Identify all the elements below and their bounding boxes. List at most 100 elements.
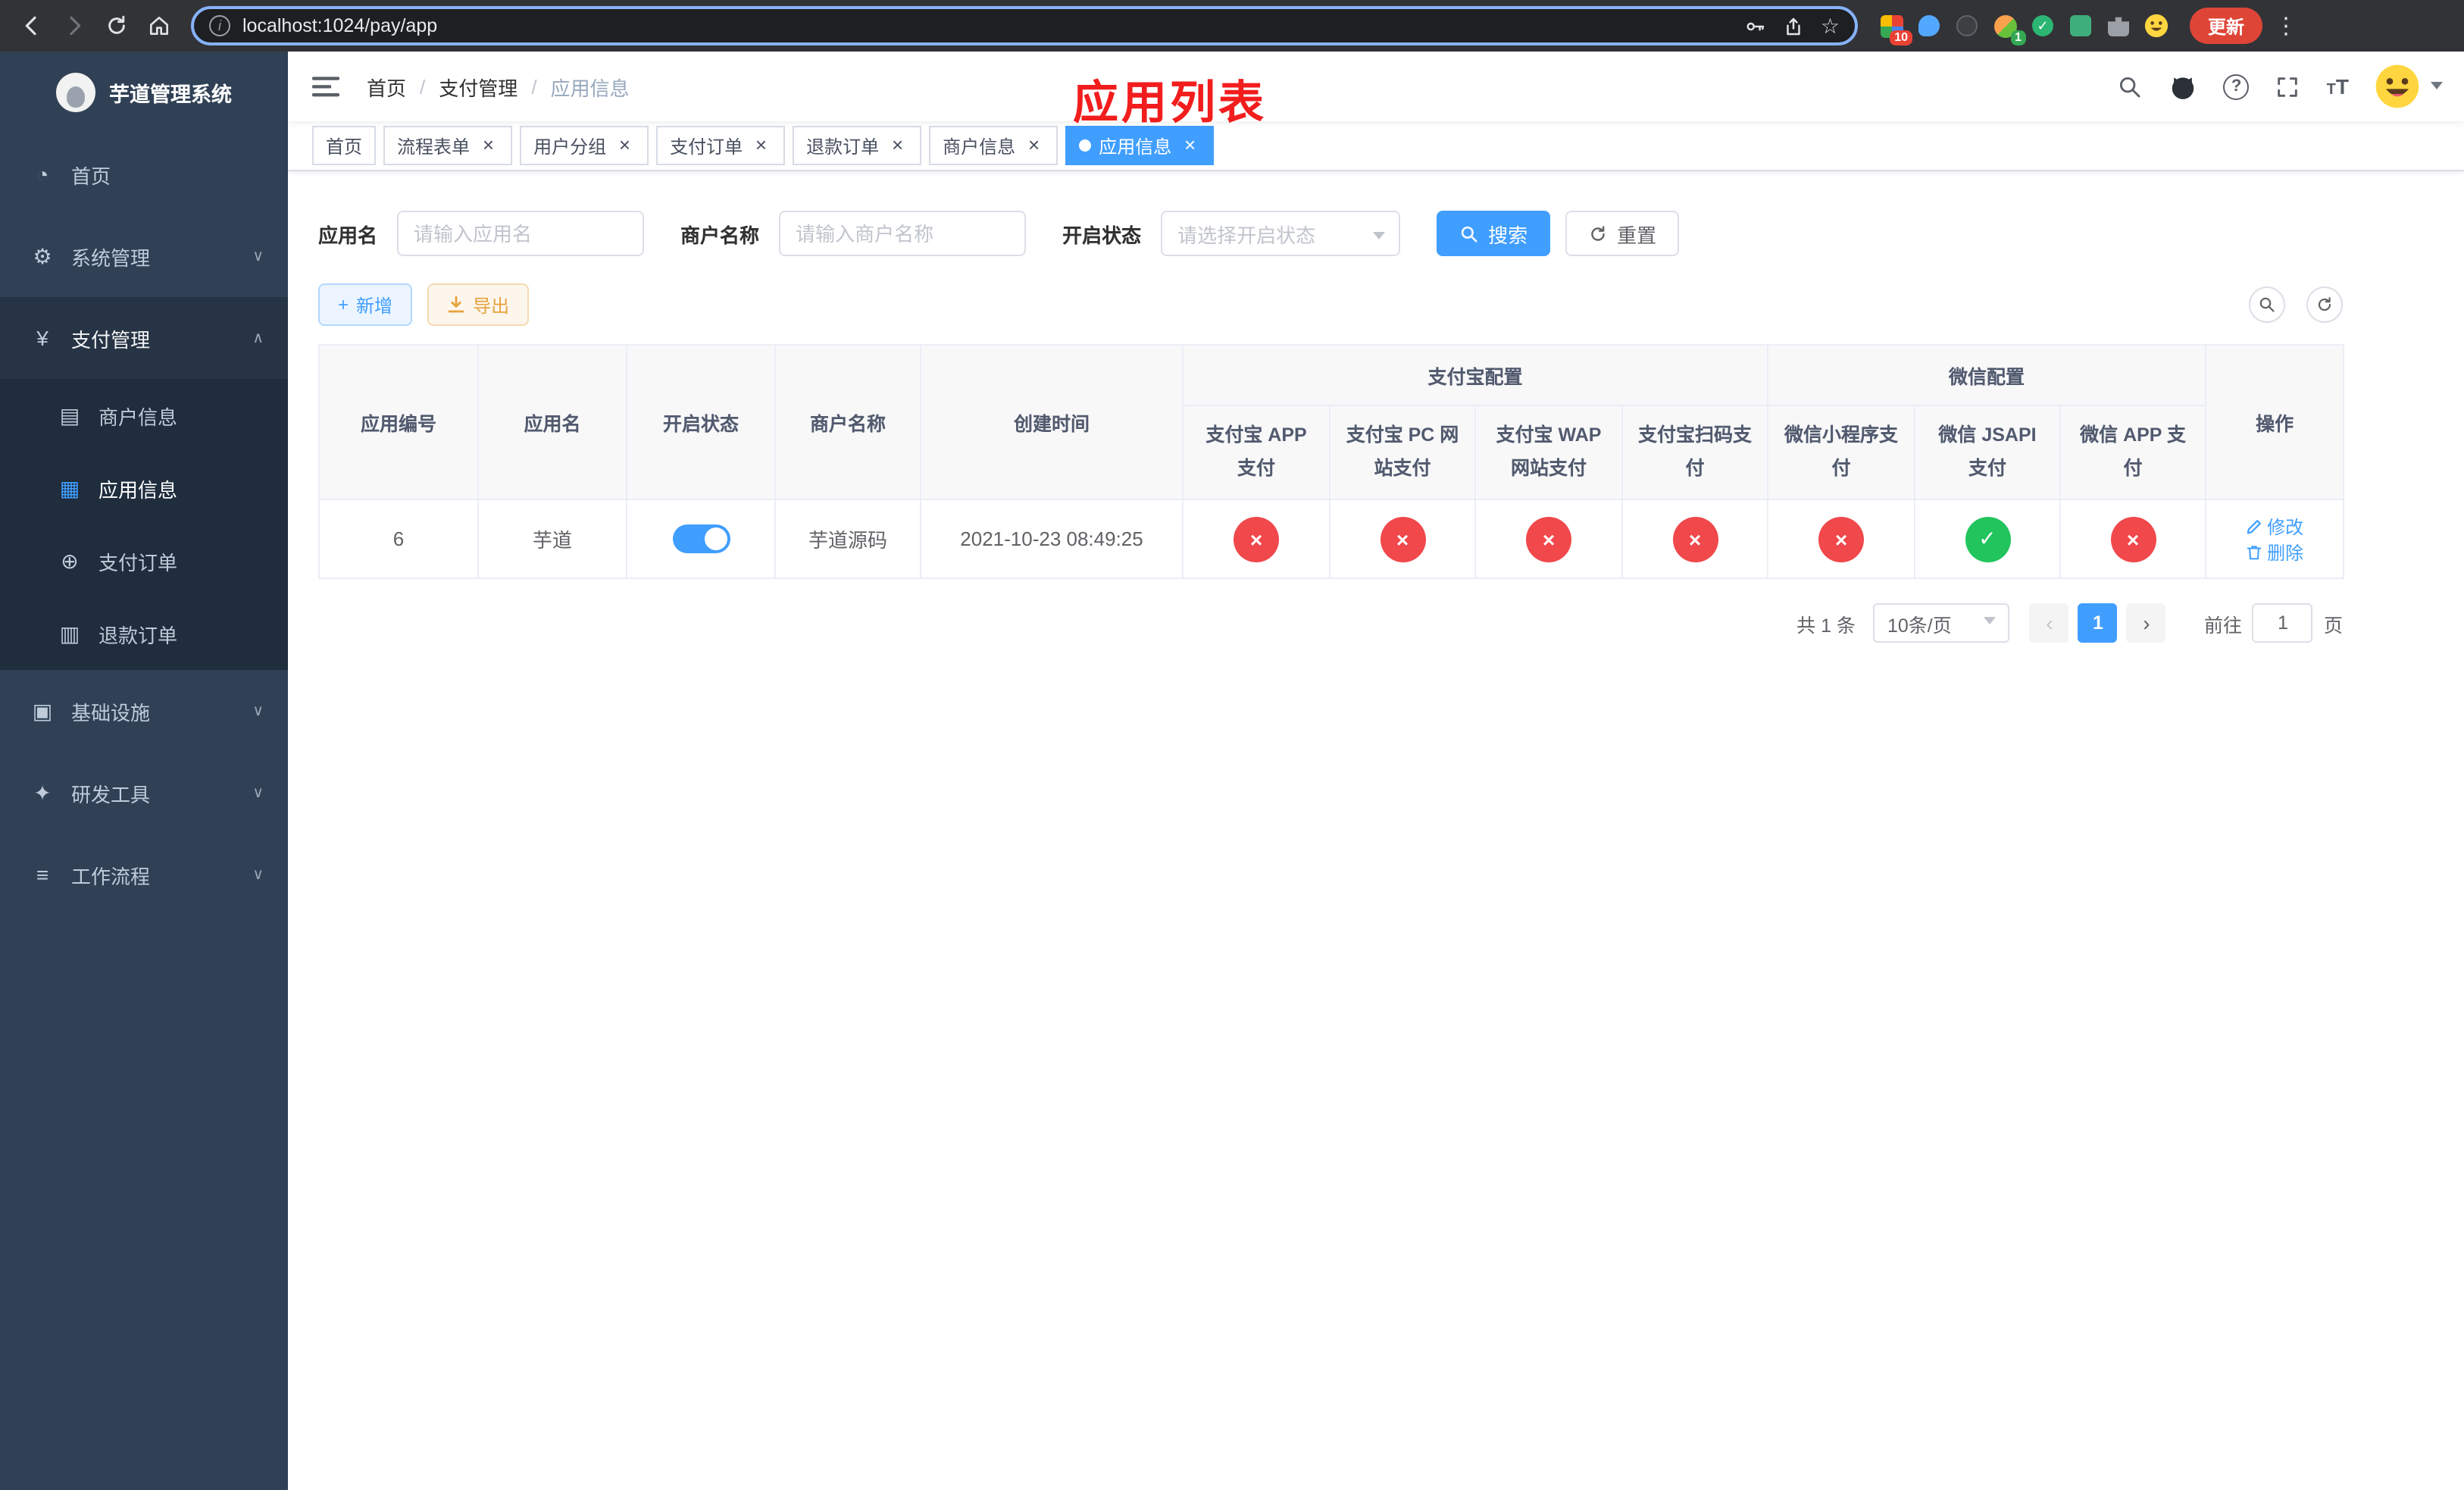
tab-退款订单[interactable]: 退款订单 × — [793, 126, 922, 165]
sidebar-item-merchant-info[interactable]: ▤ 商户信息 — [0, 379, 288, 452]
merchant-name-input[interactable] — [779, 211, 1027, 256]
help-icon[interactable]: ? — [2223, 74, 2250, 99]
total-count: 共 1 条 — [1796, 615, 1856, 636]
sidebar-item-label: 支付订单 — [98, 551, 178, 574]
chevron-down-icon — [1984, 616, 1997, 630]
github-icon[interactable] — [2169, 72, 2198, 101]
page-unit-label: 页 — [2323, 615, 2343, 636]
tab-close-icon[interactable]: × — [477, 135, 499, 156]
sidebar-item-workflow[interactable]: ≡ 工作流程 ∨ — [0, 834, 288, 916]
screen: i localhost:1024/pay/app ☆ 10 1 ✓ 更新 ⋮ 芋… — [0, 0, 2464, 1490]
sidebar-item-app-info[interactable]: ▦ 应用信息 — [0, 452, 288, 524]
page-size-select[interactable]: 10条/页 — [1873, 603, 2010, 643]
sidebar-item-infrastructure[interactable]: ▣ 基础设施 ∨ — [0, 670, 288, 752]
url-text[interactable]: localhost:1024/pay/app — [242, 15, 437, 36]
app-name-input[interactable] — [397, 211, 645, 256]
hamburger-icon[interactable] — [309, 70, 342, 103]
user-avatar[interactable] — [2375, 64, 2443, 109]
status-toggle[interactable] — [672, 524, 730, 553]
add-button[interactable]: + 新增 — [318, 283, 413, 326]
extension-avatar-icon[interactable]: 1 — [1993, 14, 2026, 45]
tab-首页[interactable]: 首页 — [312, 126, 377, 165]
tab-label: 应用信息 — [1099, 136, 1172, 157]
tab-商户信息[interactable]: 商户信息 × — [929, 126, 1058, 165]
status-select[interactable]: 请选择开启状态 — [1161, 211, 1401, 256]
tab-close-icon[interactable]: × — [614, 135, 635, 156]
fullscreen-icon[interactable] — [2275, 74, 2301, 99]
workflow-icon: ≡ — [36, 862, 49, 887]
tab-支付订单[interactable]: 支付订单 × — [656, 126, 786, 165]
browser-menu-icon[interactable]: ⋮ — [2265, 12, 2306, 39]
profile-avatar-icon[interactable] — [2144, 14, 2169, 38]
browser-update-button[interactable]: 更新 — [2190, 8, 2263, 44]
share-icon[interactable] — [1783, 14, 1806, 37]
prev-page-button[interactable]: ‹ — [2029, 603, 2069, 643]
tags-view: 首页 流程表单 × 用户分组 × 支付订单 × 退款订单 × 商户信息 × 应用信息 × — [288, 121, 2464, 171]
breadcrumb-current: 应用信息 — [550, 77, 630, 99]
order-icon: ⊕ — [61, 548, 79, 572]
sidebar-item-home[interactable]: ◔ 首页 — [0, 133, 288, 215]
refresh-table-icon[interactable] — [2306, 286, 2343, 323]
edit-link[interactable]: 修改 — [2246, 513, 2303, 539]
tab-用户分组[interactable]: 用户分组 × — [520, 126, 649, 165]
sidebar-item-system[interactable]: ⚙ 系统管理 ∨ — [0, 215, 288, 297]
extension-check-icon[interactable]: ✓ — [2031, 14, 2055, 38]
breadcrumb-home[interactable]: 首页 — [367, 72, 406, 101]
tab-close-icon[interactable]: × — [1179, 135, 1200, 156]
forward-icon[interactable] — [55, 6, 94, 45]
col-status: 开启状态 — [626, 344, 776, 500]
tab-close-icon[interactable]: × — [750, 135, 771, 156]
extension-chat-icon[interactable] — [2068, 14, 2093, 38]
sidebar-item-label: 工作流程 — [71, 865, 151, 887]
next-page-button[interactable]: › — [2126, 603, 2166, 643]
tab-close-icon[interactable]: × — [1023, 135, 1044, 156]
chevron-down-icon — [1373, 232, 1386, 246]
col-alipay-qr: 支付宝扫码支付 — [1621, 405, 1769, 500]
export-button[interactable]: 导出 — [427, 283, 530, 326]
back-icon[interactable] — [12, 6, 52, 45]
toggle-search-icon[interactable] — [2249, 286, 2285, 323]
search-button[interactable]: 搜索 — [1437, 211, 1551, 256]
sidebar-item-label: 首页 — [71, 164, 111, 187]
tab-流程表单[interactable]: 流程表单 × — [383, 126, 513, 165]
font-size-icon[interactable]: TT — [2327, 74, 2349, 99]
page-number-1[interactable]: 1 — [2078, 603, 2118, 643]
sidebar-logo[interactable]: 芋道管理系统 — [0, 52, 288, 133]
extensions-puzzle-icon[interactable] — [2106, 14, 2131, 38]
goto-page-input[interactable] — [2252, 603, 2313, 643]
app-title: 芋道管理系统 — [109, 83, 232, 106]
extensions-bar: 10 1 ✓ — [1879, 14, 2169, 45]
tab-label: 退款订单 — [806, 136, 880, 157]
breadcrumb-payment[interactable]: 支付管理 — [439, 72, 518, 101]
sidebar-item-devtools[interactable]: ✦ 研发工具 ∨ — [0, 752, 288, 834]
bookmark-star-icon[interactable]: ☆ — [1821, 15, 1840, 36]
tab-应用信息[interactable]: 应用信息 × — [1065, 126, 1215, 165]
extension-grid-icon[interactable]: 10 — [1879, 14, 1912, 45]
address-bar[interactable]: i localhost:1024/pay/app ☆ — [191, 6, 1858, 45]
home-icon[interactable] — [139, 6, 179, 45]
logo-avatar — [56, 73, 95, 112]
refresh-icon[interactable] — [97, 6, 136, 45]
site-info-icon[interactable]: i — [209, 15, 230, 36]
disabled-icon: × — [1818, 516, 1865, 562]
gear-icon: ⚙ — [33, 243, 52, 268]
chevron-down-icon: ∨ — [252, 248, 264, 265]
extension-dark-icon[interactable] — [1955, 14, 1979, 38]
tab-label: 商户信息 — [943, 136, 1016, 157]
grid-icon: ▦ — [59, 475, 80, 499]
key-icon[interactable] — [1745, 14, 1768, 37]
tab-close-icon[interactable]: × — [886, 135, 908, 156]
sidebar-item-pay-orders[interactable]: ⊕ 支付订单 — [0, 524, 288, 597]
sidebar-item-refund-orders[interactable]: ▥ 退款订单 — [0, 597, 288, 670]
reset-button[interactable]: 重置 — [1565, 211, 1680, 256]
sidebar-item-payment[interactable]: ¥ 支付管理 ∧ — [0, 297, 288, 379]
breadcrumb: 首页 / 支付管理 / 应用信息 — [367, 72, 630, 101]
plus-icon: + — [338, 294, 349, 315]
col-alipay-pc: 支付宝 PC 网站支付 — [1329, 405, 1476, 500]
col-app-id: 应用编号 — [318, 344, 479, 500]
cell-app-id: 6 — [318, 499, 479, 579]
search-icon[interactable] — [2118, 74, 2143, 99]
delete-link[interactable]: 删除 — [2246, 539, 2303, 565]
breadcrumb-separator: / — [531, 75, 537, 98]
extension-drop-icon[interactable] — [1917, 14, 1941, 38]
